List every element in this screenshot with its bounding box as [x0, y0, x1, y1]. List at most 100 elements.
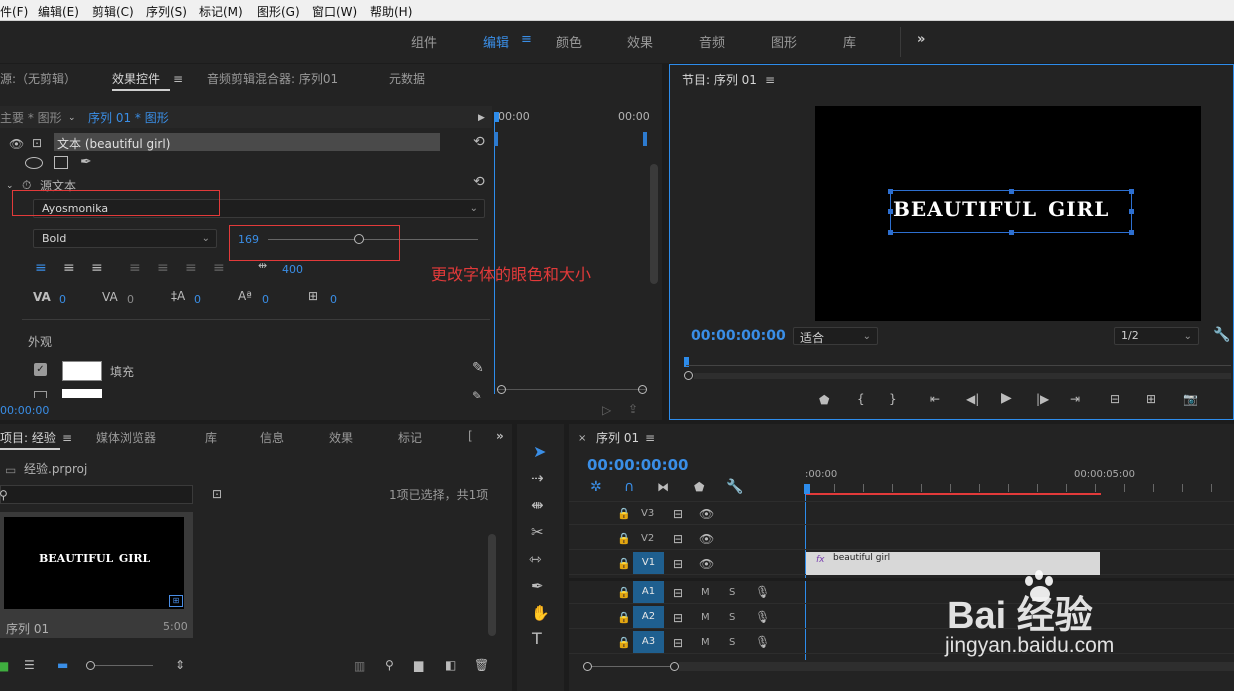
vertical-scrollbar[interactable]	[650, 164, 658, 284]
workspace-effects[interactable]: 效果	[627, 32, 653, 51]
leading-value[interactable]: 0	[194, 293, 201, 306]
menu-edit[interactable]: 编辑(E)	[38, 3, 79, 20]
filter-icon[interactable]: ▷	[602, 404, 611, 416]
zoom-slider-track[interactable]	[95, 665, 153, 666]
razor-tool-icon[interactable]: ✂	[531, 525, 544, 540]
panel-menu-icon[interactable]: ≡	[173, 73, 183, 85]
text-layer-row[interactable]: 文本 (beautiful girl)	[54, 133, 440, 151]
new-item-icon[interactable]: ◧	[445, 659, 456, 671]
mic-icon[interactable]: 🎙	[755, 611, 770, 623]
lock-icon[interactable]: 🔒	[617, 508, 631, 520]
reset-icon-2[interactable]: ⟲	[473, 175, 485, 189]
panel-menu-icon[interactable]: ≡	[62, 432, 72, 444]
lock-icon[interactable]: 🔒	[617, 637, 631, 649]
sync-lock-icon[interactable]: ⊟	[673, 587, 683, 599]
program-zoom-bar[interactable]	[694, 373, 1231, 379]
solo-button[interactable]: S	[729, 612, 735, 623]
zoom-slider-thumb[interactable]	[86, 661, 95, 670]
new-bin-icon[interactable]: ▆	[414, 659, 423, 671]
stroke-checkbox[interactable]	[34, 391, 47, 398]
zoom-handle-right[interactable]	[638, 385, 647, 394]
mark-out-icon[interactable]: }	[889, 393, 897, 405]
lock-icon[interactable]: 🔒	[617, 533, 631, 545]
sync-lock-icon[interactable]: ⊟	[673, 533, 683, 545]
panel-menu-icon[interactable]: ≡	[765, 74, 775, 86]
trash-icon[interactable]: 🗑	[474, 659, 489, 671]
rectangle-mask-icon[interactable]	[54, 156, 68, 169]
mic-icon[interactable]: 🎙	[755, 586, 770, 598]
lock-icon[interactable]: ■	[0, 660, 9, 672]
tab-project[interactable]: 项目: 经验	[0, 429, 56, 446]
eye-icon[interactable]: 👁	[9, 138, 24, 150]
align-left-icon[interactable]: ≡	[35, 261, 47, 275]
justify-left-icon[interactable]: ≡	[129, 261, 141, 275]
list-view-icon[interactable]: ☰	[24, 659, 35, 671]
extract-icon[interactable]: ⊞	[1146, 393, 1156, 405]
step-forward-icon[interactable]: |▶	[1036, 393, 1049, 405]
lift-icon[interactable]: ⊟	[1110, 393, 1120, 405]
menu-marker[interactable]: 标记(M)	[199, 3, 243, 20]
export-icon[interactable]: ⇪	[628, 403, 638, 415]
eyedropper-icon[interactable]: ✎	[472, 361, 484, 375]
solo-button[interactable]: S	[729, 637, 735, 648]
lock-icon[interactable]: 🔒	[617, 612, 631, 624]
workspace-graphics[interactable]: 图形	[771, 32, 797, 51]
step-back-icon[interactable]: ◀|	[966, 393, 979, 405]
more-panels-icon[interactable]: »	[496, 430, 504, 442]
slip-tool-icon[interactable]: ⇿	[529, 552, 542, 567]
camera-icon[interactable]: 📷	[1183, 393, 1198, 405]
solo-button[interactable]: S	[729, 587, 735, 598]
timeline-zoom-handle-left[interactable]	[583, 662, 592, 671]
menu-help[interactable]: 帮助(H)	[370, 3, 412, 20]
track-target-v1[interactable]: V1	[633, 552, 664, 574]
track-label-v3[interactable]: V3	[641, 508, 654, 519]
track-v3[interactable]	[569, 501, 1234, 525]
wrench-icon[interactable]: 🔧	[1213, 328, 1230, 342]
program-timecode[interactable]: 00:00:00:00	[691, 328, 786, 344]
mute-button[interactable]: M	[701, 612, 710, 623]
close-icon[interactable]: ×	[578, 433, 586, 445]
workspace-menu-icon[interactable]: ≡	[521, 32, 532, 47]
program-video-frame[interactable]: beautiful girl	[815, 106, 1201, 321]
mic-icon[interactable]: 🎙	[755, 636, 770, 648]
mute-button[interactable]: M	[701, 587, 710, 598]
track-v2[interactable]	[569, 526, 1234, 550]
program-zoom-handle[interactable]	[684, 371, 693, 380]
find-icon[interactable]: ⊡	[212, 488, 222, 500]
justify-right-icon[interactable]: ≡	[185, 261, 197, 275]
playhead-handle[interactable]	[494, 112, 499, 122]
tab-more[interactable]: [	[468, 429, 473, 443]
workspace-assembly[interactable]: 组件	[411, 32, 437, 51]
lock-icon[interactable]: 🔒	[617, 558, 631, 570]
tab-libraries[interactable]: 库	[205, 429, 217, 446]
timeline-wrench-icon[interactable]: 🔧	[726, 480, 743, 494]
track-target-a1[interactable]: A1	[633, 581, 664, 603]
linked-selection-icon[interactable]: ⧓	[657, 481, 669, 493]
zoom-handle-left[interactable]	[497, 385, 506, 394]
eye-icon[interactable]: 👁	[699, 508, 714, 520]
find-icon-2[interactable]: ⚲	[385, 659, 394, 671]
tab-media-browser[interactable]: 媒体浏览器	[96, 429, 156, 446]
timeline-timecode[interactable]: 00:00:00:00	[587, 456, 689, 474]
workspace-color[interactable]: 颜色	[556, 32, 582, 51]
go-to-out-icon[interactable]: ⇥	[1070, 393, 1080, 405]
tsume-value[interactable]: 0	[330, 293, 337, 306]
timeline-playhead-handle[interactable]	[804, 484, 810, 494]
type-tool-icon[interactable]: T	[532, 631, 542, 647]
track-select-tool-icon[interactable]: ⇢	[531, 471, 544, 486]
snap-magnet-icon[interactable]: ∩	[624, 480, 634, 494]
pen-mask-icon[interactable]: ✒	[80, 155, 92, 169]
automate-icon[interactable]: ▥	[354, 660, 365, 672]
add-marker-icon[interactable]: ⬟	[819, 394, 829, 406]
sync-lock-icon[interactable]: ⊟	[673, 558, 683, 570]
tab-audio-mixer[interactable]: 音频剪辑混合器: 序列01	[207, 70, 338, 87]
program-title[interactable]: 节目: 序列 01	[682, 71, 757, 88]
icon-view-icon[interactable]: ▬	[57, 659, 68, 671]
track-target-a2[interactable]: A2	[633, 606, 664, 628]
sync-lock-icon[interactable]: ⊟	[673, 508, 683, 520]
align-center-icon[interactable]: ≡	[63, 261, 75, 275]
reset-icon[interactable]: ⟲	[473, 135, 485, 149]
go-to-in-icon[interactable]: ⇤	[930, 393, 940, 405]
sync-lock-icon[interactable]: ⊟	[673, 637, 683, 649]
play-triangle-icon[interactable]: ▶	[478, 112, 485, 124]
